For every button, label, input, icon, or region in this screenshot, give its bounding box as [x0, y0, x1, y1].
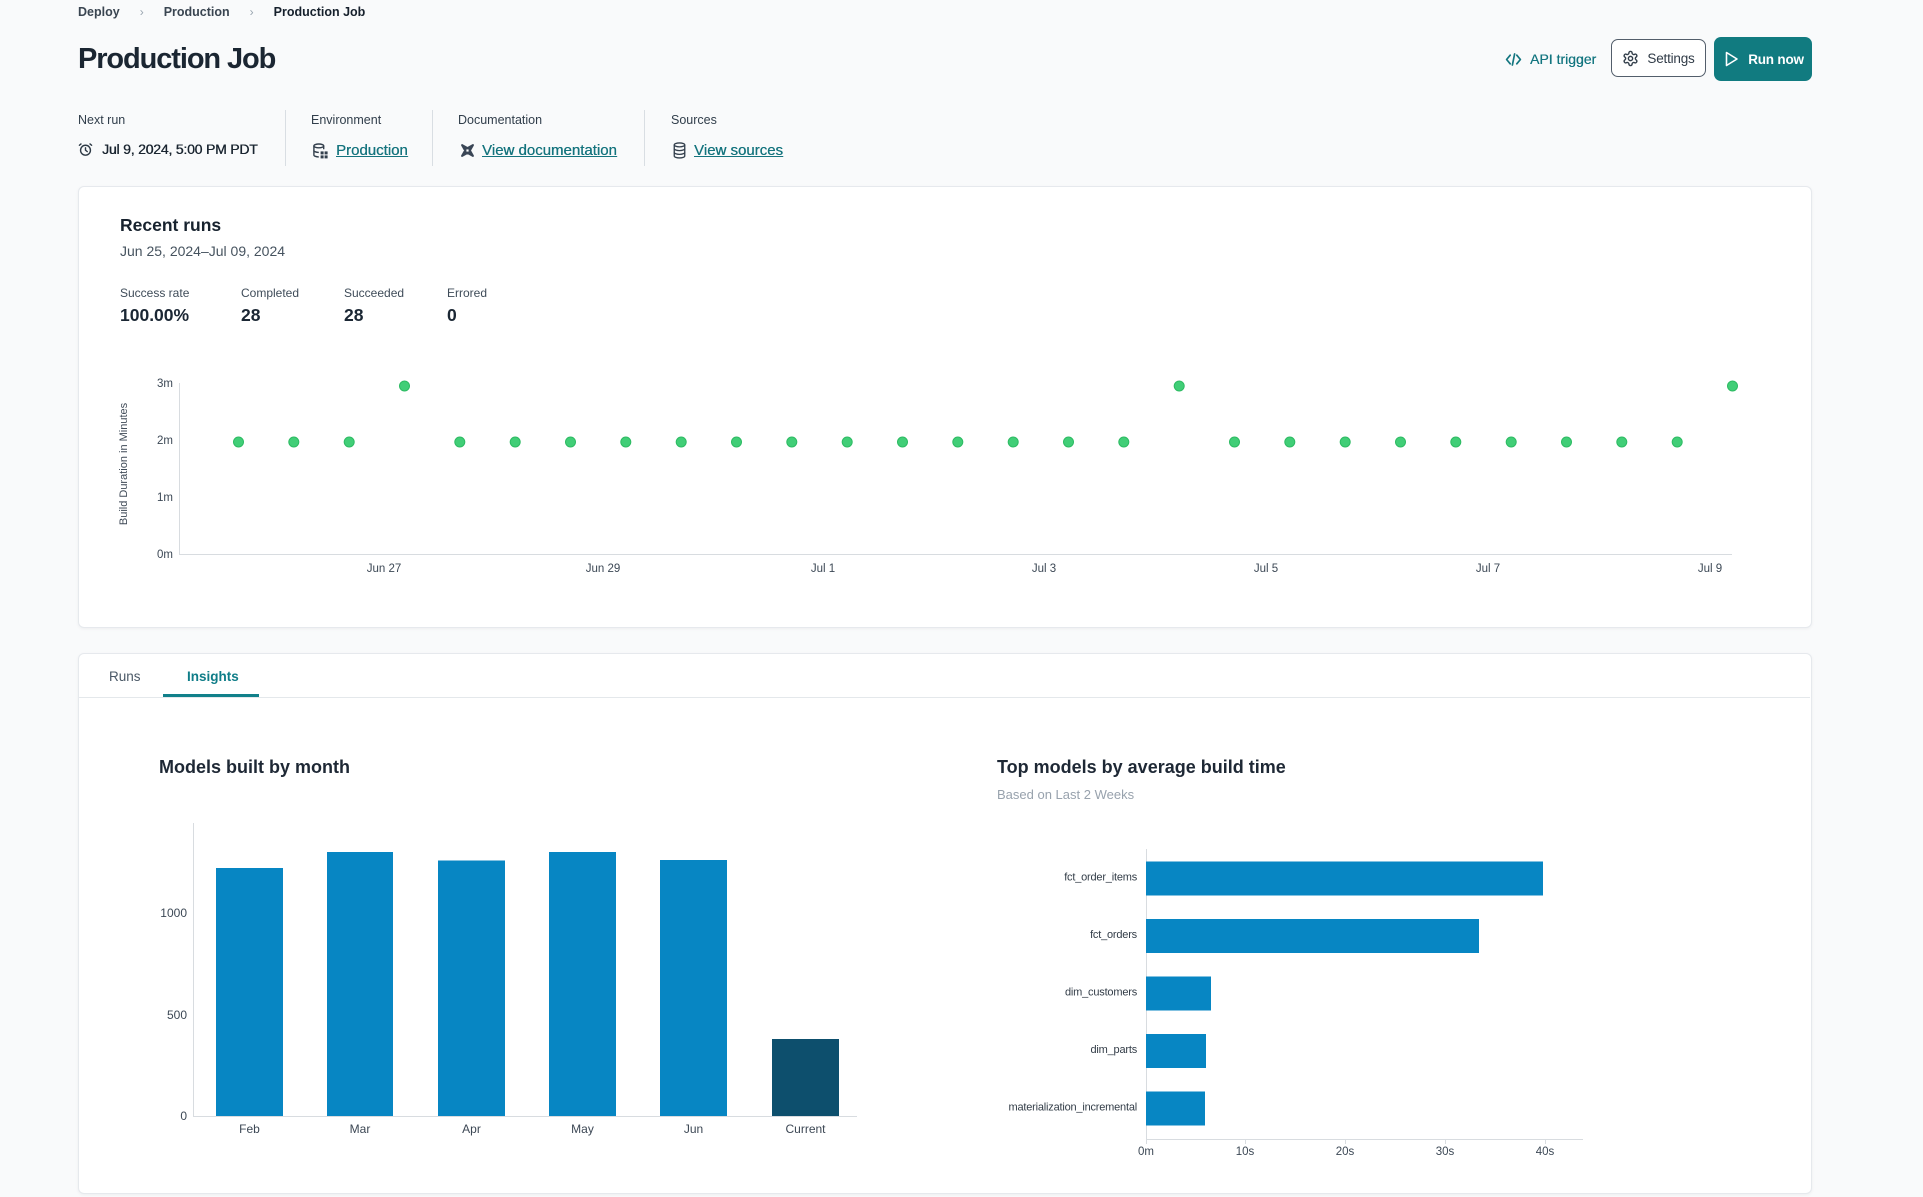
svg-text:20s: 20s [1336, 1146, 1355, 1158]
svg-text:May: May [571, 1122, 594, 1136]
svg-text:dim_customers: dim_customers [1065, 987, 1138, 999]
svg-text:Jul 9: Jul 9 [1698, 563, 1722, 575]
svg-text:30s: 30s [1436, 1146, 1455, 1158]
svg-text:Feb: Feb [239, 1122, 260, 1136]
svg-text:1000: 1000 [160, 906, 187, 920]
svg-text:materialization_incremental: materialization_incremental [1009, 1102, 1138, 1114]
svg-text:Jun: Jun [684, 1122, 703, 1136]
svg-text:2m: 2m [157, 435, 173, 447]
svg-text:0: 0 [180, 1109, 187, 1123]
svg-text:fct_orders: fct_orders [1090, 929, 1138, 941]
svg-text:Jul 3: Jul 3 [1032, 563, 1056, 575]
svg-text:Jul 7: Jul 7 [1476, 563, 1500, 575]
svg-text:1m: 1m [157, 492, 173, 504]
svg-text:Build Duration in Minutes: Build Duration in Minutes [118, 402, 130, 525]
svg-text:Mar: Mar [350, 1122, 371, 1136]
svg-text:0m: 0m [157, 549, 173, 561]
svg-text:Current: Current [785, 1122, 826, 1136]
svg-text:dim_parts: dim_parts [1091, 1044, 1138, 1056]
svg-text:3m: 3m [157, 378, 173, 390]
svg-text:500: 500 [167, 1008, 187, 1022]
svg-text:0m: 0m [1138, 1146, 1154, 1158]
svg-text:fct_order_items: fct_order_items [1064, 872, 1138, 884]
svg-text:Jul 5: Jul 5 [1254, 563, 1278, 575]
svg-text:Jun 29: Jun 29 [586, 563, 621, 575]
svg-text:Jul 1: Jul 1 [811, 563, 835, 575]
svg-text:Apr: Apr [462, 1122, 481, 1136]
svg-text:Jun 27: Jun 27 [367, 563, 402, 575]
svg-text:10s: 10s [1236, 1146, 1255, 1158]
svg-text:40s: 40s [1536, 1146, 1555, 1158]
